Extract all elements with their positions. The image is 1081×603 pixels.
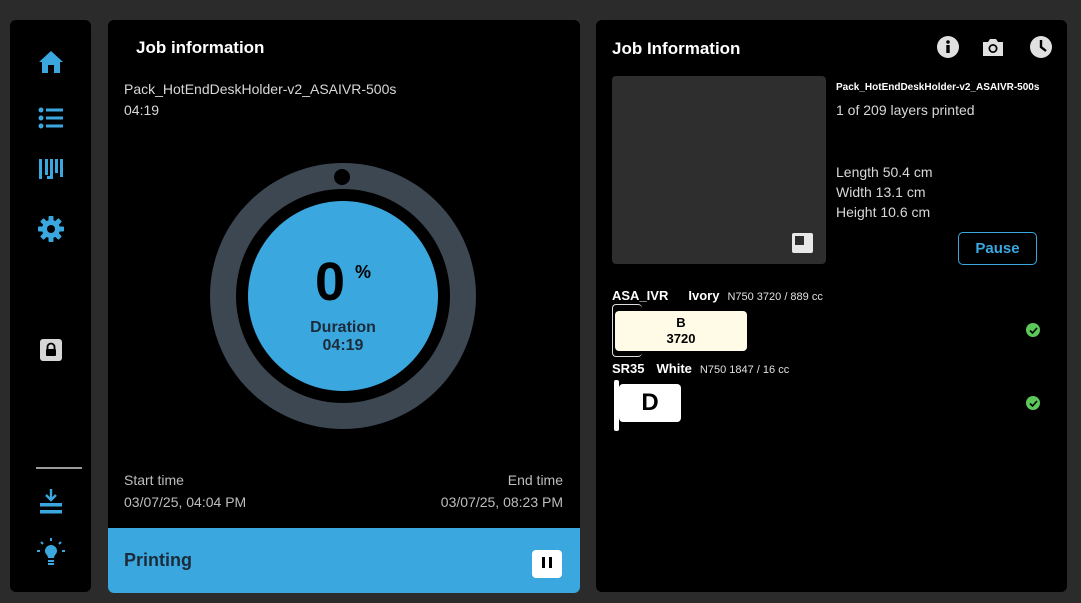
job-info-panel: Job Information Pack_HotEndDeskHolder-v2… bbox=[596, 20, 1067, 592]
duration-label: Duration bbox=[310, 319, 376, 336]
material-bay-b[interactable]: B 3720 bbox=[615, 311, 747, 351]
home-icon bbox=[38, 51, 63, 73]
lightbulb-icon bbox=[36, 538, 65, 565]
job-progress-panel: Job information Pack_HotEndDeskHolder-v2… bbox=[108, 20, 580, 593]
status-label: Printing bbox=[124, 550, 192, 570]
pause-icon bbox=[540, 555, 554, 573]
progress-ring: 0% Duration 04:19 bbox=[210, 163, 476, 429]
end-time-label: End time bbox=[507, 472, 563, 488]
model-width: Width 13.1 cm bbox=[836, 184, 926, 200]
elapsed-time: 04:19 bbox=[124, 102, 160, 118]
end-time-value: 03/07/25, 08:23 PM bbox=[440, 494, 563, 510]
status-bar: Printing bbox=[108, 528, 580, 593]
material-ok-check-icon bbox=[1026, 396, 1040, 410]
material-icon bbox=[38, 159, 63, 179]
material-row: ASA_IVR Ivory N750 3720 / 889 cc bbox=[612, 288, 823, 303]
duration-value: 04:19 bbox=[322, 337, 364, 354]
gear-icon bbox=[37, 216, 64, 242]
material-detail: N750 1847 / 16 cc bbox=[699, 364, 790, 376]
materials-button[interactable] bbox=[10, 150, 91, 190]
history-clock-icon[interactable] bbox=[1030, 36, 1052, 58]
pause-button[interactable]: Pause bbox=[958, 232, 1037, 265]
settings-button[interactable] bbox=[10, 209, 91, 249]
panel-title: Job information bbox=[136, 38, 265, 57]
jobs-list-button[interactable] bbox=[10, 98, 91, 138]
bay-canister-code: 3720 bbox=[666, 331, 696, 346]
panel-title: Job Information bbox=[612, 39, 741, 58]
progress-value: 0 bbox=[314, 252, 346, 312]
start-time-value: 03/07/25, 04:04 PM bbox=[124, 494, 247, 510]
start-time-label: Start time bbox=[124, 472, 184, 488]
material-color: Ivory bbox=[688, 288, 720, 303]
lock-icon bbox=[39, 339, 62, 361]
expand-preview-icon[interactable] bbox=[792, 233, 813, 253]
nav-divider bbox=[36, 467, 82, 469]
camera-icon[interactable] bbox=[981, 37, 1005, 57]
job-file-name: Pack_HotEndDeskHolder-v2_ASAIVR-500s bbox=[836, 82, 1040, 93]
light-button[interactable] bbox=[10, 533, 91, 573]
material-ok-check-icon bbox=[1026, 323, 1040, 337]
lock-button[interactable] bbox=[10, 330, 91, 370]
job-file-name: Pack_HotEndDeskHolder-v2_ASAIVR-500s bbox=[124, 81, 397, 97]
material-name: SR35 bbox=[612, 361, 645, 376]
material-name: ASA_IVR bbox=[612, 288, 669, 303]
progress-unit: % bbox=[355, 262, 372, 282]
list-icon bbox=[38, 107, 63, 129]
sidebar-nav bbox=[10, 20, 91, 592]
bay-slot-label: B bbox=[676, 315, 686, 330]
unload-button[interactable] bbox=[10, 482, 91, 522]
info-icon[interactable] bbox=[937, 36, 959, 58]
material-color: White bbox=[656, 361, 692, 376]
progress-indicator-dot bbox=[334, 169, 350, 185]
unload-icon bbox=[39, 489, 62, 514]
model-length: Length 50.4 cm bbox=[836, 164, 933, 180]
home-button[interactable] bbox=[10, 42, 91, 82]
pause-print-button[interactable] bbox=[532, 550, 562, 578]
model-height: Height 10.6 cm bbox=[836, 204, 931, 220]
material-row: SR35 White N750 1847 / 16 cc bbox=[612, 361, 789, 376]
material-detail: N750 3720 / 889 cc bbox=[727, 291, 823, 303]
layers-printed: 1 of 209 layers printed bbox=[836, 102, 975, 118]
progress-center: 0% Duration 04:19 bbox=[248, 201, 438, 391]
material-bay-d[interactable]: D bbox=[619, 384, 681, 422]
